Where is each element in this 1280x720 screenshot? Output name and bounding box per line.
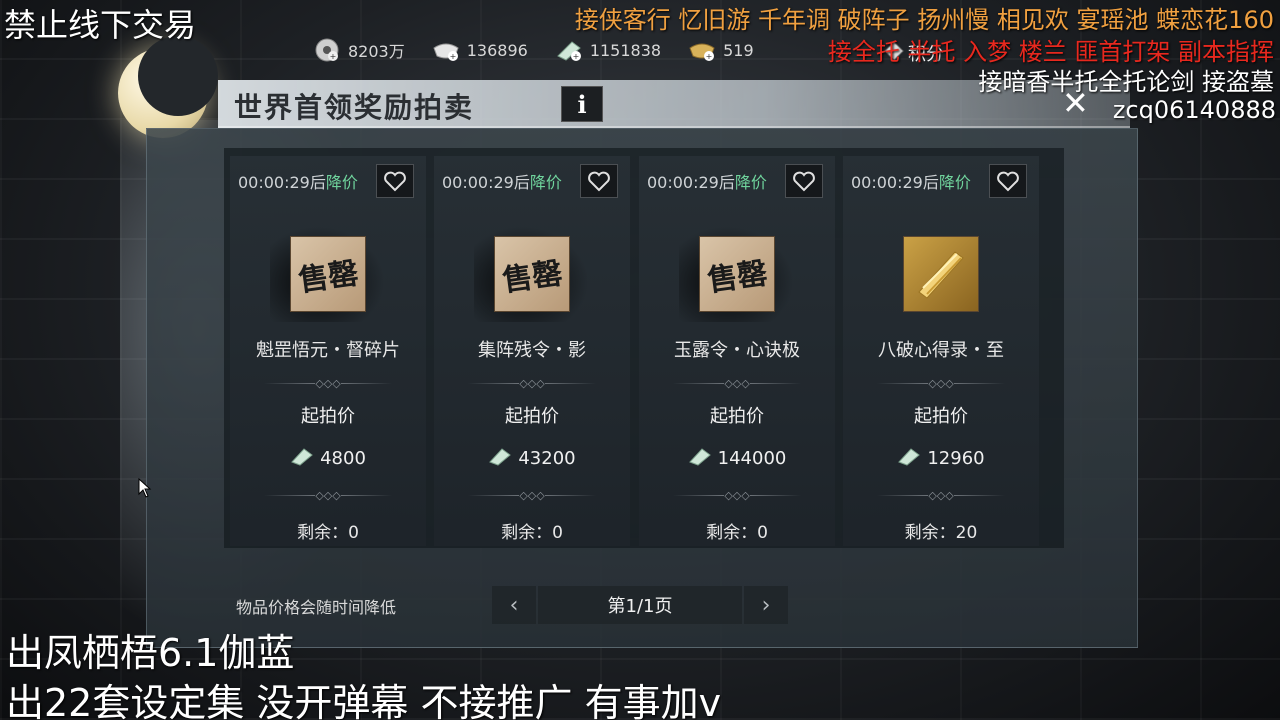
svg-text:+: + <box>330 52 337 61</box>
silver-ingot-icon: + <box>431 38 461 62</box>
info-button[interactable]: i <box>561 86 603 122</box>
divider-ornament: ◇◇◇ <box>877 377 1005 390</box>
item-name: 玉露令・心诀极 <box>674 340 800 361</box>
prev-page-button[interactable]: ‹ <box>492 586 536 624</box>
overlay-services-3: 接暗香半托全托论剑 接盗墓 <box>978 68 1274 96</box>
jade-ticket-icon <box>688 446 712 471</box>
currency-value: 8203万 <box>348 42 405 61</box>
page-indicator: 第1/1页 <box>538 586 742 624</box>
gold-scroll-icon[interactable] <box>903 236 979 312</box>
page-title: 世界首领奖励拍卖 <box>234 91 475 124</box>
currency-copper: + 8203万 <box>312 38 405 62</box>
sold-seal-icon[interactable]: 售罄 <box>290 236 366 312</box>
overlay-services-1: 接侠客行 忆旧游 千年调 破阵子 扬州慢 相见欢 宴瑶池 蝶恋花160 <box>574 6 1274 34</box>
svg-text:+: + <box>706 52 713 61</box>
price-row: 43200 <box>434 446 630 471</box>
remaining-count: 剩余：0 <box>501 523 563 543</box>
jade-ticket-icon <box>290 446 314 471</box>
countdown-timer: 00:00:29后降价 <box>238 173 358 192</box>
heart-icon[interactable] <box>785 164 823 198</box>
currency-value: 1151838 <box>589 40 662 60</box>
countdown-timer: 00:00:29后降价 <box>851 173 971 192</box>
divider-ornament: ◇◇◇ <box>673 489 801 502</box>
card-header: 00:00:29后降价 <box>442 164 622 198</box>
price-row: 144000 <box>639 446 835 471</box>
pagination: ‹ 第1/1页 › <box>492 586 788 624</box>
auction-card[interactable]: 00:00:29后降价 售罄 玉露令・心诀极 ◇◇◇ 起拍价 144000 ◇◇… <box>639 156 835 546</box>
currency-value: 519 <box>723 40 754 60</box>
price-row: 4800 <box>230 446 426 471</box>
overlay-wechat-id: zcq06140888 <box>1112 96 1276 124</box>
auction-card[interactable]: 00:00:29后降价 售罄 集阵残令・影 ◇◇◇ 起拍价 43200 ◇◇◇ … <box>434 156 630 546</box>
currency-bar: + 8203万 + 136896 + 1151838 + 519 <box>312 38 754 62</box>
divider-ornament: ◇◇◇ <box>264 489 392 502</box>
price-row: 12960 <box>843 446 1039 471</box>
divider-ornament: ◇◇◇ <box>468 489 596 502</box>
start-price-label: 起拍价 <box>505 406 559 427</box>
start-price-label: 起拍价 <box>710 406 764 427</box>
jade-ticket-icon: + <box>554 38 584 62</box>
divider-ornament: ◇◇◇ <box>264 377 392 390</box>
price-drop-note: 物品价格会随时间降低 <box>236 598 397 617</box>
card-header: 00:00:29后降价 <box>647 164 827 198</box>
item-name: 集阵残令・影 <box>478 340 586 361</box>
jade-ticket-icon <box>897 446 921 471</box>
heart-icon[interactable] <box>580 164 618 198</box>
svg-text:+: + <box>449 52 456 61</box>
start-price-label: 起拍价 <box>301 406 355 427</box>
divider-ornament: ◇◇◇ <box>877 489 1005 502</box>
card-header: 00:00:29后降价 <box>851 164 1031 198</box>
countdown-timer: 00:00:29后降价 <box>647 173 767 192</box>
divider-ornament: ◇◇◇ <box>468 377 596 390</box>
currency-value: 136896 <box>466 40 528 60</box>
heart-icon[interactable] <box>376 164 414 198</box>
mouse-cursor-icon <box>138 477 152 502</box>
overlay-top-left: 禁止线下交易 <box>4 6 197 44</box>
gold-ingot-icon: + <box>687 38 717 62</box>
remaining-count: 剩余：0 <box>297 523 359 543</box>
start-price-label: 起拍价 <box>914 406 968 427</box>
remaining-count: 剩余：0 <box>706 523 768 543</box>
remaining-count: 剩余：20 <box>904 523 978 543</box>
countdown-timer: 00:00:29后降价 <box>442 173 562 192</box>
svg-text:+: + <box>572 52 579 61</box>
overlay-bottom-2: 出22套设定集 没开弹幕 不接推广 有事加v <box>6 681 722 720</box>
divider-ornament: ◇◇◇ <box>673 377 801 390</box>
overlay-bottom-1: 出凤栖梧6.1伽蓝 <box>6 631 295 675</box>
sold-seal-icon[interactable]: 售罄 <box>699 236 775 312</box>
currency-gold: + 519 <box>687 38 754 62</box>
sold-seal-icon[interactable]: 售罄 <box>494 236 570 312</box>
auction-card[interactable]: 00:00:29后降价 八破心得录・至 ◇◇◇ 起拍价 12960 ◇◇◇ 剩余… <box>843 156 1039 546</box>
currency-silver: + 136896 <box>431 38 528 62</box>
item-name: 八破心得录・至 <box>878 340 1004 361</box>
coin-reel-icon: + <box>312 38 342 62</box>
item-name: 魁罡悟元・督碎片 <box>256 340 400 361</box>
jade-ticket-icon <box>488 446 512 471</box>
auction-card[interactable]: 00:00:29后降价 售罄 魁罡悟元・督碎片 ◇◇◇ 起拍价 4800 ◇◇◇… <box>230 156 426 546</box>
heart-icon[interactable] <box>989 164 1027 198</box>
currency-jade: + 1151838 <box>554 38 661 62</box>
next-page-button[interactable]: › <box>744 586 788 624</box>
card-header: 00:00:29后降价 <box>238 164 418 198</box>
